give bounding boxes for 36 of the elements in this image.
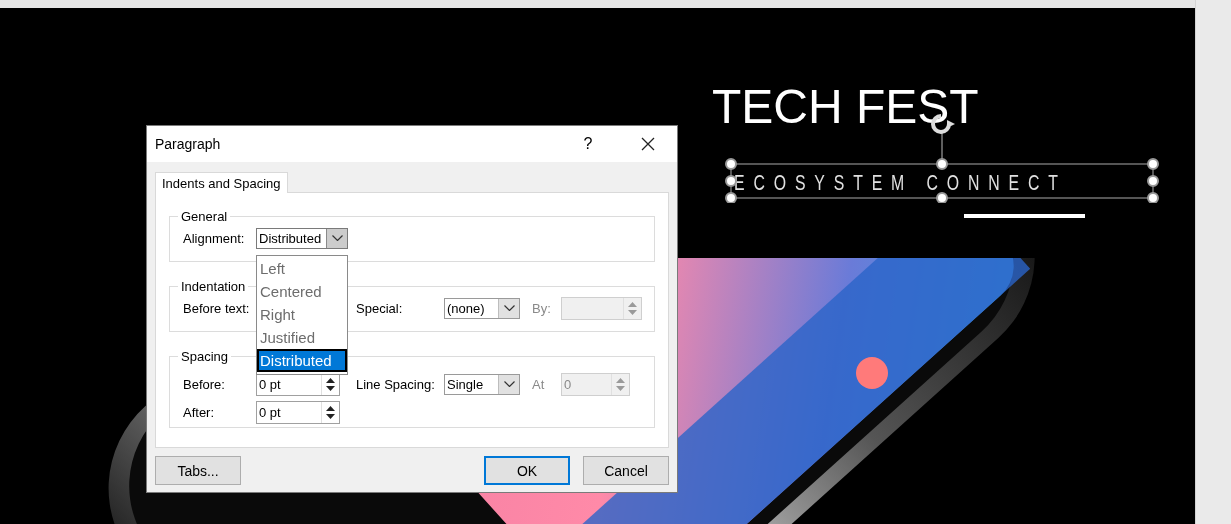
group-title: Indentation	[180, 279, 247, 294]
close-icon	[641, 137, 655, 151]
spin-down-icon[interactable]	[326, 413, 335, 419]
list-option[interactable]: Right	[257, 303, 347, 326]
spin-field[interactable]: 0 pt	[256, 400, 340, 424]
list-option[interactable]: Left	[257, 257, 347, 280]
slide-title: TECH FEST	[712, 79, 979, 135]
field-label: Line Spacing:	[356, 376, 436, 392]
spin-up-icon[interactable]	[326, 405, 335, 411]
field-label: Before text:	[183, 300, 251, 316]
field-label: By:	[532, 300, 552, 316]
list-option[interactable]: Justified	[257, 326, 347, 349]
field-label: After:	[183, 404, 216, 420]
list-option[interactable]: Centered	[257, 280, 347, 303]
field-label: Special:	[356, 300, 404, 316]
dialog-button[interactable]: OK	[484, 456, 570, 485]
slide-subtitle: ECOSYSTEM CONNECT	[734, 169, 1067, 197]
dropdown[interactable]: (none)	[444, 297, 520, 319]
chevron-down-icon	[503, 305, 515, 311]
group-title: General	[180, 209, 229, 224]
field-label: Before:	[183, 376, 226, 392]
group-title: Spacing	[180, 349, 229, 364]
list-option[interactable]: Distributed	[257, 349, 347, 372]
field-label: At	[532, 376, 546, 392]
dialog-title: Paragraph	[155, 136, 222, 152]
tab[interactable]: Indents and Spacing	[155, 172, 288, 193]
spin-down-icon[interactable]	[326, 385, 335, 391]
field-label: Alignment:	[183, 230, 246, 246]
dialog-button[interactable]: Tabs...	[155, 456, 241, 485]
chevron-down-icon	[503, 381, 515, 387]
dialog-button[interactable]: Cancel	[583, 456, 669, 485]
dropdown[interactable]: Distributed	[256, 227, 348, 249]
spin-up-icon[interactable]	[326, 377, 335, 383]
dropdown[interactable]: Single	[444, 373, 520, 395]
chevron-down-icon	[331, 235, 343, 241]
help-button[interactable]: ?	[573, 129, 603, 159]
